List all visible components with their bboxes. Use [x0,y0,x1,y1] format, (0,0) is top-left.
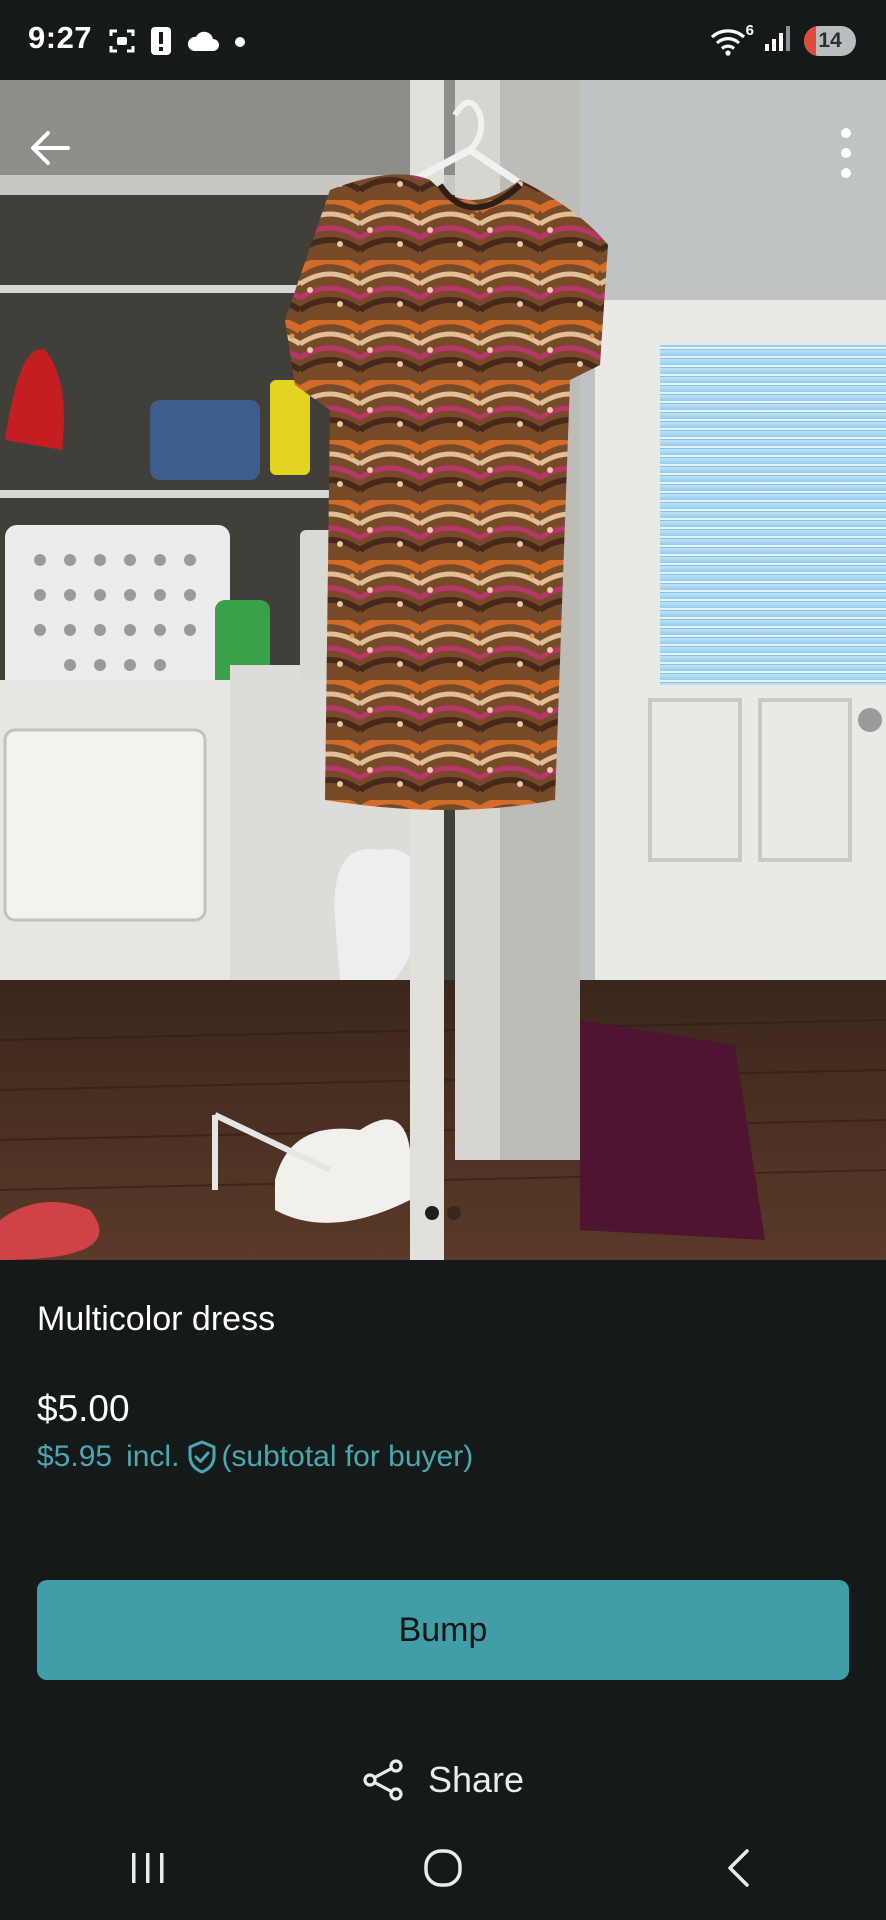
arrow-left-icon [31,131,70,165]
battery-low-fill [804,25,816,56]
more-options-button[interactable] [824,118,868,188]
home-button[interactable] [383,1828,503,1908]
cloud-icon [186,29,220,58]
buyer-price-line: $5.95 incl. (subtotal for buyer) [37,1440,473,1474]
more-vertical-icon [841,128,851,178]
status-bar: 9:27 6 14 [0,0,886,80]
incl-label: incl. [126,1440,180,1473]
listing-title: Multicolor dress [37,1300,276,1338]
back-chevron-icon [728,1848,750,1887]
pager-dot-2[interactable] [447,1206,461,1220]
signal-icon [764,24,794,57]
pager-dot-1[interactable] [425,1206,439,1220]
share-button[interactable]: Share [0,1758,886,1802]
battery-icon: 14 [804,25,856,56]
back-button[interactable] [20,118,80,178]
dot-icon [234,35,246,53]
bump-button[interactable]: Bump [37,1580,849,1680]
shield-check-icon[interactable] [187,1440,217,1474]
subtotal-note: (subtotal for buyer) [221,1440,474,1473]
status-time: 9:27 [28,20,93,55]
screenshot-icon [108,27,136,60]
wifi-icon: 6 [710,22,754,56]
dress-photo-illustration [0,80,886,1260]
listing-price: $5.00 [37,1388,130,1429]
system-nav-bar [0,1815,886,1920]
recents-icon [131,1852,164,1883]
share-label: Share [427,1759,525,1800]
nav-back-button[interactable] [678,1828,798,1908]
battery-level: 14 [818,28,842,52]
status-left-icons [108,26,246,61]
alert-icon [150,26,172,61]
photo-pager [0,1206,886,1220]
home-icon [424,1848,462,1887]
recents-button[interactable] [88,1828,208,1908]
listing-photo[interactable] [0,80,886,1260]
share-icon [363,1759,403,1801]
wifi-label: 6 [745,21,754,39]
buyer-price: $5.95 [37,1440,113,1473]
status-right-icons: 6 14 [710,22,856,57]
